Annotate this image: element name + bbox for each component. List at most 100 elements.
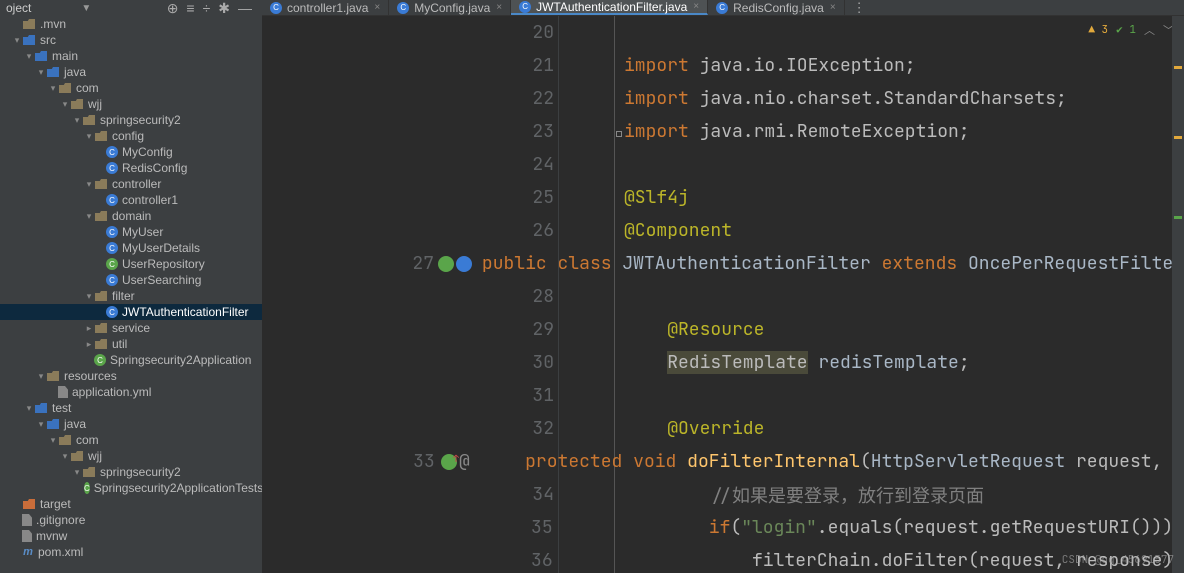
tree-node-com[interactable]: com — [0, 432, 262, 448]
code-line[interactable]: 33@ protected void doFilterInternal(Http… — [262, 445, 1184, 478]
tree-node-wjj[interactable]: wjj — [0, 448, 262, 464]
override-icon[interactable] — [441, 454, 457, 470]
tree-node-mvnw[interactable]: mvnw — [0, 528, 262, 544]
chevron-icon[interactable] — [84, 131, 94, 142]
chevron-icon[interactable] — [84, 211, 94, 222]
tree-node-MyConfig[interactable]: CMyConfig — [0, 144, 262, 160]
code-line[interactable]: 23import java.rmi.RemoteException; — [262, 115, 1184, 148]
close-icon[interactable]: × — [374, 2, 380, 13]
scrollbar[interactable] — [1172, 16, 1184, 573]
hide-icon[interactable]: — — [238, 0, 252, 16]
tree-node-pom-xml[interactable]: mpom.xml — [0, 544, 262, 560]
tree-node-UserSearching[interactable]: CUserSearching — [0, 272, 262, 288]
tab-controller1-java[interactable]: Ccontroller1.java× — [262, 0, 389, 15]
tree-node-java[interactable]: java — [0, 416, 262, 432]
tree-node-src[interactable]: src — [0, 32, 262, 48]
tree-node-domain[interactable]: domain — [0, 208, 262, 224]
project-dropdown-icon[interactable]: ▼ — [81, 3, 91, 14]
code-line[interactable]: 21import java.io.IOException; — [262, 49, 1184, 82]
tabs-more-icon[interactable]: ⋮ — [845, 0, 874, 15]
collapse-icon[interactable]: ÷ — [203, 0, 211, 16]
tree-node-Springsecurity2ApplicationTests[interactable]: CSpringsecurity2ApplicationTests — [0, 480, 262, 496]
tree-node-Springsecurity2Application[interactable]: CSpringsecurity2Application — [0, 352, 262, 368]
chevron-icon[interactable] — [36, 371, 46, 382]
code-editor[interactable]: ▲ 3 ✔ 1 ︿ ﹀ 2021import java.io.IOExcepti… — [262, 16, 1184, 573]
tree-node-springsecurity2[interactable]: springsecurity2 — [0, 464, 262, 480]
tab-RedisConfig-java[interactable]: CRedisConfig.java× — [708, 0, 845, 15]
chevron-icon[interactable] — [12, 35, 22, 46]
tree-node-MyUserDetails[interactable]: CMyUserDetails — [0, 240, 262, 256]
chevron-icon[interactable] — [24, 51, 34, 62]
tree-node-controller[interactable]: controller — [0, 176, 262, 192]
code-line[interactable]: 34 //如果是要登录，放行到登录页面 — [262, 478, 1184, 511]
line-number: 24 — [262, 153, 558, 176]
tree-node-wjj[interactable]: wjj — [0, 96, 262, 112]
chevron-icon[interactable] — [36, 419, 46, 430]
tree-node-RedisConfig[interactable]: CRedisConfig — [0, 160, 262, 176]
tree-node-test[interactable]: test — [0, 400, 262, 416]
folder-icon — [94, 210, 108, 222]
chevron-icon[interactable] — [48, 83, 58, 94]
file-icon — [58, 386, 68, 398]
code-line[interactable]: 32 @Override — [262, 412, 1184, 445]
chevron-icon[interactable] — [24, 403, 34, 414]
tree-node-target[interactable]: target — [0, 496, 262, 512]
gear-icon[interactable]: ✱ — [218, 0, 230, 17]
line-number: 22 — [262, 87, 558, 110]
tree-node-config[interactable]: config — [0, 128, 262, 144]
chevron-icon[interactable] — [60, 99, 70, 110]
code-line[interactable]: 28 — [262, 280, 1184, 313]
tree-node-application-yml[interactable]: application.yml — [0, 384, 262, 400]
chevron-icon[interactable] — [72, 467, 82, 478]
project-tree[interactable]: .mvnsrcmainjavacomwjjspringsecurity2conf… — [0, 16, 262, 573]
tree-node-springsecurity2[interactable]: springsecurity2 — [0, 112, 262, 128]
code-line[interactable]: 35 if("login".equals(request.getRequestU… — [262, 511, 1184, 544]
code-line[interactable]: 25@Slf4j — [262, 181, 1184, 214]
fold-icon[interactable] — [616, 131, 622, 137]
chevron-icon[interactable] — [84, 323, 94, 334]
expand-icon[interactable]: ≡ — [186, 0, 194, 16]
tree-node-UserRepository[interactable]: CUserRepository — [0, 256, 262, 272]
tree-node-java[interactable]: java — [0, 64, 262, 80]
tree-node--mvn[interactable]: .mvn — [0, 16, 262, 32]
code-line[interactable]: 27public class JWTAuthenticationFilter e… — [262, 247, 1184, 280]
tree-node-MyUser[interactable]: CMyUser — [0, 224, 262, 240]
chevron-icon[interactable] — [84, 179, 94, 190]
spring-icon[interactable] — [438, 256, 454, 272]
tree-node-util[interactable]: util — [0, 336, 262, 352]
chevron-icon[interactable] — [72, 115, 82, 126]
code-line[interactable]: 31 — [262, 379, 1184, 412]
tree-node-resources[interactable]: resources — [0, 368, 262, 384]
code-line[interactable]: 36 filterChain.doFilter(request, respons… — [262, 544, 1184, 573]
code-line[interactable]: 24 — [262, 148, 1184, 181]
code-line[interactable]: 29 @Resource — [262, 313, 1184, 346]
tree-node-filter[interactable]: filter — [0, 288, 262, 304]
chevron-icon[interactable] — [84, 339, 94, 350]
tab-JWTAuthenticationFilter-java[interactable]: CJWTAuthenticationFilter.java× — [511, 0, 708, 15]
close-icon[interactable]: × — [496, 2, 502, 13]
class-icon: C — [519, 1, 531, 13]
tree-node-main[interactable]: main — [0, 48, 262, 64]
chevron-icon[interactable] — [48, 435, 58, 446]
chevron-icon[interactable] — [60, 451, 70, 462]
tree-node-com[interactable]: com — [0, 80, 262, 96]
tree-node-controller1[interactable]: Ccontroller1 — [0, 192, 262, 208]
code-line[interactable]: 22import java.nio.charset.StandardCharse… — [262, 82, 1184, 115]
code-line[interactable]: 20 — [262, 16, 1184, 49]
locate-icon[interactable]: ⊕ — [167, 0, 179, 17]
line-number: 35 — [262, 516, 557, 539]
close-icon[interactable]: × — [693, 1, 699, 12]
line-number: 20 — [262, 21, 558, 44]
close-icon[interactable]: × — [830, 2, 836, 13]
code-line[interactable]: 26@Component — [262, 214, 1184, 247]
tab-MyConfig-java[interactable]: CMyConfig.java× — [389, 0, 511, 15]
chevron-icon[interactable] — [84, 291, 94, 302]
code-line[interactable]: 30 RedisTemplate redisTemplate; — [262, 346, 1184, 379]
project-header[interactable]: oject ▼ ⊕ ≡ ÷ ✱ — — [0, 0, 262, 16]
tree-node-JWTAuthenticationFilter[interactable]: CJWTAuthenticationFilter — [0, 304, 262, 320]
chevron-icon[interactable] — [36, 67, 46, 78]
bean-icon[interactable] — [456, 256, 472, 272]
tree-node-service[interactable]: service — [0, 320, 262, 336]
folder-icon — [34, 402, 48, 414]
tree-node--gitignore[interactable]: .gitignore — [0, 512, 262, 528]
